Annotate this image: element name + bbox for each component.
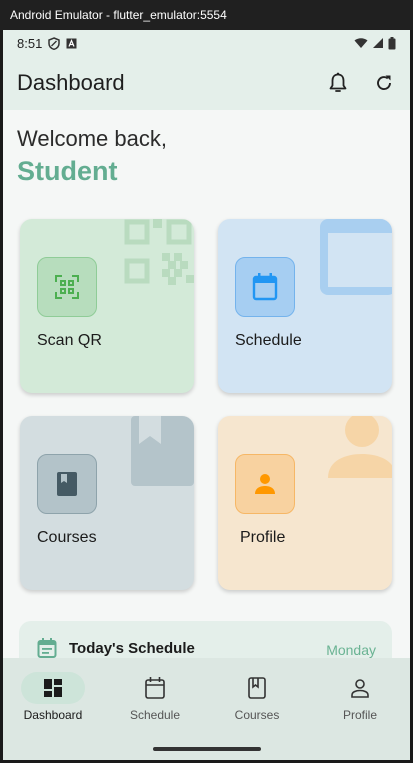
nav-label: Dashboard — [23, 708, 83, 722]
font-icon — [66, 38, 77, 49]
user-name: Student — [17, 156, 118, 186]
calendar-decoration — [320, 219, 392, 295]
calendar-icon — [235, 257, 295, 317]
scan-qr-card[interactable]: Scan QR — [20, 219, 194, 393]
page-title: Dashboard — [17, 70, 125, 95]
schedule-card[interactable]: Schedule — [218, 219, 392, 393]
card-label: Scan QR — [37, 332, 102, 349]
bell-icon[interactable] — [326, 71, 350, 95]
schedule-day: Monday — [326, 642, 376, 658]
courses-card[interactable]: Courses — [20, 416, 194, 590]
emulator-window-title: Android Emulator - flutter_emulator:5554 — [0, 0, 413, 30]
qr-scan-icon — [37, 257, 97, 317]
calendar-icon — [123, 672, 187, 704]
nav-label: Profile — [342, 708, 377, 722]
nav-item-profile[interactable]: Profile — [310, 672, 410, 722]
card-label: Schedule — [235, 332, 302, 349]
nav-item-schedule[interactable]: Schedule — [105, 672, 205, 722]
signal-icon — [372, 37, 384, 49]
battery-icon — [388, 36, 396, 50]
person-icon — [235, 454, 295, 514]
book-decoration — [131, 416, 194, 486]
event-note-icon — [37, 638, 57, 658]
welcome-text: Welcome back, — [17, 126, 167, 151]
qr-code-decoration — [124, 219, 194, 285]
person-decoration — [328, 416, 392, 478]
card-label: Courses — [37, 529, 97, 546]
bottom-navigation: Dashboard Schedule Courses Profile — [3, 658, 410, 760]
nav-label: Courses — [234, 708, 280, 722]
book-icon — [225, 672, 289, 704]
dashboard-icon — [21, 672, 85, 704]
dashboard-content: Welcome back, Student Scan QR Schedule C… — [3, 110, 410, 658]
refresh-icon[interactable] — [372, 71, 396, 95]
nav-item-courses[interactable]: Courses — [207, 672, 307, 722]
gesture-handle[interactable] — [153, 747, 261, 751]
book-icon — [37, 454, 97, 514]
nav-label: Schedule — [129, 708, 181, 722]
phone-screen: 8:51 Dashboard Welcome back, Student Sca… — [3, 30, 410, 760]
wifi-icon — [354, 37, 368, 49]
status-bar: 8:51 — [3, 30, 410, 56]
person-icon — [328, 672, 392, 704]
profile-card[interactable]: Profile — [218, 416, 392, 590]
window-title-text: Android Emulator - flutter_emulator:5554 — [10, 8, 227, 22]
nav-item-dashboard[interactable]: Dashboard — [3, 672, 103, 722]
todays-schedule-card[interactable]: Today's Schedule Monday — [19, 621, 392, 658]
card-label: Profile — [240, 529, 286, 546]
app-bar: Dashboard — [3, 56, 410, 110]
shield-icon — [48, 36, 61, 50]
todays-schedule-title: Today's Schedule — [69, 640, 195, 657]
status-time: 8:51 — [17, 35, 43, 51]
